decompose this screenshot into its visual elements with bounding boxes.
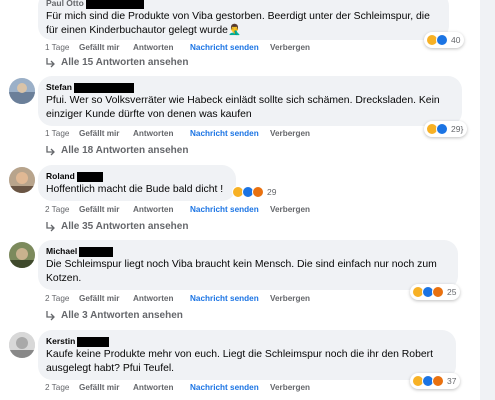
like-button[interactable]: Gefällt mir bbox=[79, 43, 133, 52]
like-button[interactable]: Gefällt mir bbox=[79, 294, 133, 303]
view-replies-label[interactable]: Alle 35 Antworten ansehen bbox=[61, 221, 188, 232]
angry-reaction-icon bbox=[432, 375, 444, 387]
like-reaction-icon bbox=[436, 123, 448, 135]
comment-text: Hoffentlich macht die Bude bald dicht ! bbox=[46, 183, 227, 197]
send-message-button[interactable]: Nachricht senden bbox=[190, 205, 270, 214]
comment-author[interactable]: Roland bbox=[46, 171, 227, 182]
comment-actions: 1 Tage Gefällt mir Antworten Nachricht s… bbox=[45, 129, 310, 138]
hide-button[interactable]: Verbergen bbox=[270, 294, 310, 303]
reply-arrow-icon bbox=[46, 310, 55, 320]
comment-actions: 2 Tage Gefällt mir Antworten Nachricht s… bbox=[45, 383, 310, 392]
view-replies-link[interactable]: Alle 3 Antworten ansehen bbox=[45, 310, 183, 321]
comment-timestamp[interactable]: 2 Tage bbox=[45, 205, 79, 214]
view-replies-link[interactable]: Alle 18 Antworten ansehen bbox=[45, 145, 188, 156]
comment-timestamp[interactable]: 2 Tage bbox=[45, 383, 79, 392]
comment-bubble: Stefan Pfui. Wer so Volksverräter wie Ha… bbox=[38, 76, 462, 126]
redaction-bar bbox=[76, 171, 103, 182]
hide-button[interactable]: Verbergen bbox=[270, 129, 310, 138]
view-replies-link[interactable]: Alle 15 Antworten ansehen bbox=[45, 57, 188, 68]
reply-arrow-icon bbox=[46, 145, 55, 155]
reaction-count: 37 bbox=[447, 376, 457, 386]
reply-arrow-icon bbox=[46, 221, 55, 231]
reaction-count: 40 bbox=[451, 35, 461, 45]
reply-button[interactable]: Antworten bbox=[133, 205, 190, 214]
comment-text: Pfui. Wer so Volksverräter wie Habeck ei… bbox=[46, 95, 440, 120]
view-replies-link[interactable]: Alle 35 Antworten ansehen bbox=[45, 221, 188, 232]
hide-button[interactable]: Verbergen bbox=[270, 43, 310, 52]
redaction-bar bbox=[79, 246, 114, 257]
comment-timestamp[interactable]: 1 Tage bbox=[45, 43, 79, 52]
view-replies-label[interactable]: Alle 15 Antworten ansehen bbox=[61, 57, 188, 68]
like-button[interactable]: Gefällt mir bbox=[79, 205, 133, 214]
comment-author[interactable]: Kerstin bbox=[46, 336, 447, 347]
avatar[interactable] bbox=[9, 78, 35, 104]
author-name[interactable]: Kerstin bbox=[46, 336, 75, 347]
comment-actions: 2 Tage Gefällt mir Antworten Nachricht s… bbox=[45, 205, 310, 214]
comment-timestamp[interactable]: 2 Tage bbox=[45, 294, 79, 303]
reaction-count: 29 bbox=[267, 187, 277, 197]
view-replies-label[interactable]: Alle 3 Antworten ansehen bbox=[61, 310, 183, 321]
angry-reaction-icon bbox=[432, 286, 444, 298]
send-message-button[interactable]: Nachricht senden bbox=[190, 129, 270, 138]
author-name[interactable]: Michael bbox=[46, 246, 77, 257]
comment-author[interactable]: Stefan bbox=[46, 82, 453, 93]
redaction-bar bbox=[77, 336, 110, 347]
hide-button[interactable]: Verbergen bbox=[270, 383, 310, 392]
author-name[interactable]: Stefan bbox=[46, 82, 72, 93]
comment-text: Die Schleimspur liegt noch Viba braucht … bbox=[46, 259, 437, 284]
avatar[interactable] bbox=[9, 167, 35, 193]
reply-button[interactable]: Antworten bbox=[133, 383, 190, 392]
redaction-bar bbox=[73, 82, 134, 93]
reaction-count: 25 bbox=[447, 287, 457, 297]
comment-author[interactable]: Michael bbox=[46, 246, 449, 257]
angry-reaction-icon bbox=[252, 186, 264, 198]
scrollbar-track[interactable] bbox=[480, 0, 495, 400]
reaction-summary[interactable]: 25 bbox=[410, 284, 461, 300]
comment-text-content: Hoffentlich macht die Bude bald dicht ! bbox=[46, 184, 224, 195]
reaction-summary[interactable]: 29 } bbox=[424, 121, 468, 137]
reply-button[interactable]: Antworten bbox=[133, 294, 190, 303]
reaction-summary[interactable]: 37 bbox=[410, 373, 461, 389]
redaction-bar bbox=[85, 0, 144, 9]
send-message-button[interactable]: Nachricht senden bbox=[190, 294, 270, 303]
comment-bubble: Paul Otto Für mich sind die Produkte von… bbox=[38, 0, 449, 40]
comment-author[interactable]: Paul Otto bbox=[46, 0, 440, 9]
comment-text: Kaufe keine Produkte mehr von euch. Lieg… bbox=[46, 349, 433, 374]
reaction-count: 29 bbox=[451, 124, 461, 134]
comment-bubble: Michael Die Schleimspur liegt noch Viba … bbox=[38, 240, 458, 290]
comment-timestamp[interactable]: 1 Tage bbox=[45, 129, 79, 138]
send-message-button[interactable]: Nachricht senden bbox=[190, 43, 270, 52]
send-message-button[interactable]: Nachricht senden bbox=[190, 383, 270, 392]
reply-button[interactable]: Antworten bbox=[133, 43, 190, 52]
like-button[interactable]: Gefällt mir bbox=[79, 383, 133, 392]
comment-actions: 2 Tage Gefällt mir Antworten Nachricht s… bbox=[45, 294, 310, 303]
comment-bubble: Roland Hoffentlich macht die Bude bald d… bbox=[38, 165, 236, 201]
reaction-summary[interactable]: 29 bbox=[230, 184, 280, 200]
like-reaction-icon bbox=[436, 34, 448, 46]
author-name[interactable]: Paul Otto bbox=[46, 0, 84, 9]
comment-actions: 1 Tage Gefällt mir Antworten Nachricht s… bbox=[45, 43, 310, 52]
avatar[interactable] bbox=[9, 332, 35, 358]
comment-text: Für mich sind die Produkte von Viba gest… bbox=[46, 11, 430, 36]
view-replies-label[interactable]: Alle 18 Antworten ansehen bbox=[61, 145, 188, 156]
reply-arrow-icon bbox=[46, 57, 55, 67]
reply-button[interactable]: Antworten bbox=[133, 129, 190, 138]
hide-button[interactable]: Verbergen bbox=[270, 205, 310, 214]
comment-bubble: Kerstin Kaufe keine Produkte mehr von eu… bbox=[38, 330, 456, 380]
author-name[interactable]: Roland bbox=[46, 171, 75, 182]
reaction-summary[interactable]: 40 bbox=[424, 32, 465, 48]
avatar[interactable] bbox=[9, 242, 35, 268]
like-button[interactable]: Gefällt mir bbox=[79, 129, 133, 138]
